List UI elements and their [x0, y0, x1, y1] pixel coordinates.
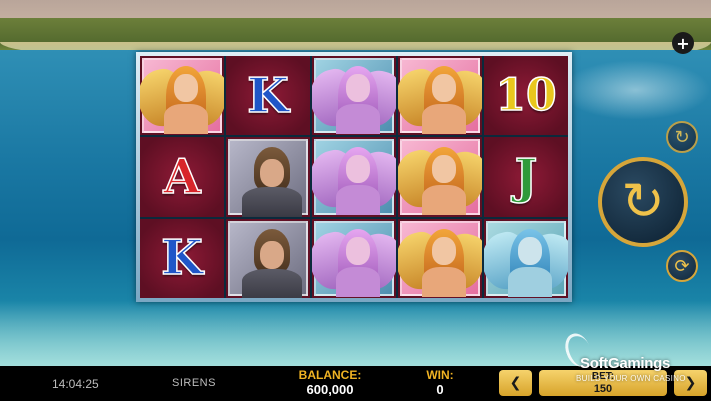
symbol-face: [432, 236, 456, 265]
symbol-body: [242, 187, 302, 217]
symbol-face: [432, 155, 456, 184]
symbol-face: [260, 159, 284, 188]
watermark-subtitle: BUILD YOUR OWN CASINO: [576, 374, 686, 383]
symbol-letter: K: [160, 230, 203, 287]
hero-symbol: [228, 139, 308, 217]
clock: 14:04:25: [52, 377, 99, 391]
symbol-body: [336, 266, 380, 297]
purple-siren-symbol: [312, 220, 396, 297]
game-title: SIRENS: [172, 377, 216, 389]
reel-symbol: A: [140, 137, 224, 217]
balance-label: BALANCE:: [298, 368, 362, 382]
blue-siren-symbol: [484, 220, 568, 297]
reel-symbol: [226, 218, 310, 298]
win-value: 0: [436, 382, 444, 397]
symbol-body: [336, 104, 380, 134]
symbol-face: [174, 74, 198, 102]
gold-siren-symbol: [140, 58, 224, 134]
purple-siren-symbol: [312, 139, 396, 216]
reel-grid: K 10 A J K: [140, 56, 568, 298]
reel-symbol: K: [140, 218, 224, 298]
reel-symbol: K: [226, 56, 310, 136]
symbol-face: [346, 236, 370, 265]
reel-symbol: J: [484, 137, 568, 217]
win-display: WIN: 0: [420, 368, 460, 398]
reel-symbol: [226, 137, 310, 217]
balance-value: 600,000: [306, 382, 354, 397]
reel-frame: K 10 A J K: [136, 52, 572, 302]
reel-symbol: [312, 218, 396, 298]
symbol-letter: K: [246, 67, 289, 124]
spin-arrow-icon: ↻: [621, 172, 665, 232]
symbol-letter: 10: [495, 69, 558, 121]
symbol-letter: J: [514, 148, 538, 205]
reel-symbol: 10: [484, 56, 568, 136]
reel-symbol: [312, 56, 396, 136]
bet-decrease-button[interactable]: ❮: [499, 370, 532, 396]
symbol-face: [518, 236, 542, 265]
symbol-body: [164, 104, 208, 134]
reel-symbol: [398, 56, 482, 136]
softgamings-watermark: SoftGamings BUILD YOUR OWN CASINO: [560, 329, 706, 387]
reel-symbol: [140, 56, 224, 136]
symbol-body: [422, 104, 466, 134]
plus-icon[interactable]: +: [672, 32, 694, 54]
spin-button[interactable]: ↻: [598, 157, 688, 247]
symbol-body: [242, 268, 302, 298]
symbol-body: [422, 185, 466, 216]
water-shine: [560, 60, 711, 120]
symbol-face: [260, 240, 284, 269]
reel-symbol: [484, 218, 568, 298]
symbol-body: [422, 266, 466, 297]
reel-symbol: [398, 218, 482, 298]
symbol-letter: A: [163, 148, 202, 205]
symbol-face: [346, 74, 370, 102]
symbol-body: [336, 185, 380, 216]
win-label: WIN:: [426, 368, 454, 382]
hero-symbol: [228, 220, 308, 298]
gold-siren-symbol: [398, 220, 482, 297]
reel-symbol: [398, 137, 482, 217]
autoplay-icon[interactable]: ⟳: [666, 250, 698, 282]
gold-siren-symbol: [398, 139, 482, 216]
symbol-face: [346, 155, 370, 184]
turbo-icon[interactable]: ↻: [666, 121, 698, 153]
gold-siren-symbol: [398, 58, 482, 134]
balance-display: BALANCE: 600,000: [290, 368, 370, 398]
reel-symbol: [312, 137, 396, 217]
symbol-face: [432, 74, 456, 102]
watermark-title: SoftGamings: [580, 355, 671, 372]
symbol-body: [508, 266, 552, 297]
purple-siren-symbol: [312, 58, 396, 134]
